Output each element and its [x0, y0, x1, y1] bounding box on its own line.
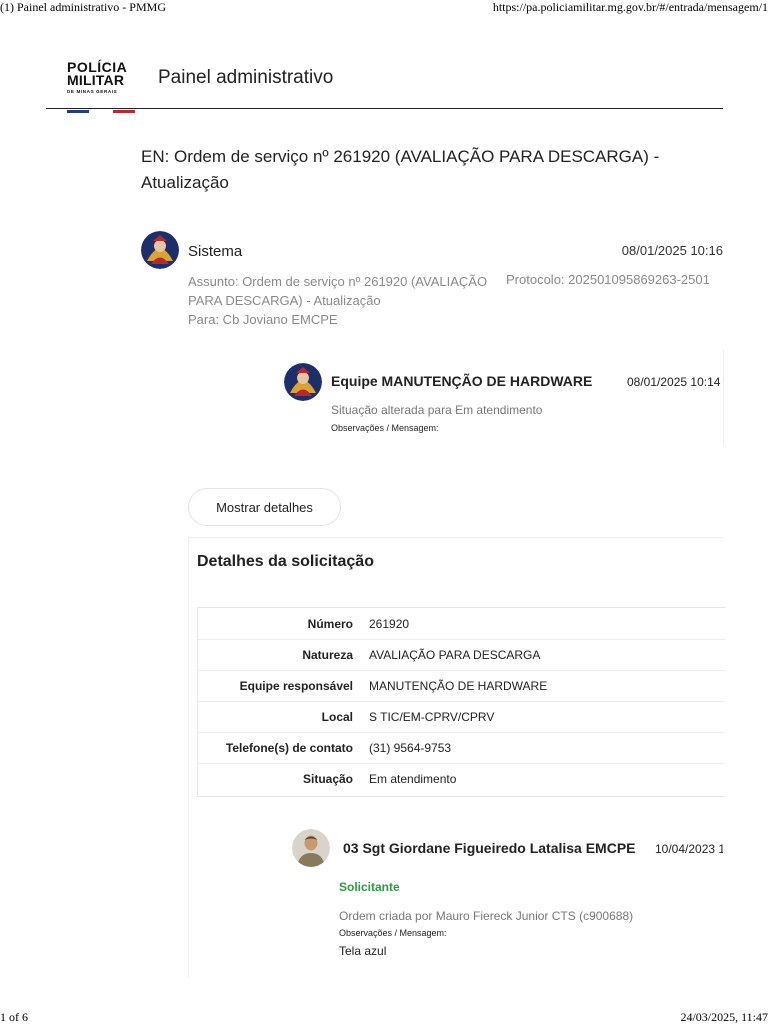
row-label: Situação [302, 772, 353, 786]
system-message-recipient: Para: Cb Joviano EMCPE [188, 312, 338, 327]
system-sender-name: Sistema [188, 243, 243, 260]
requester-role-badge: Solicitante [339, 880, 400, 894]
reply-status-text: Situação alterada para Em atendimento [331, 403, 543, 417]
requester-avatar-icon [292, 829, 330, 867]
table-row: Número 261920 [198, 608, 725, 640]
row-label: Equipe responsável [239, 679, 353, 693]
requester-obs-label: Observações / Mensagem: [339, 928, 447, 938]
row-value: MANUTENÇÃO DE HARDWARE [369, 679, 548, 693]
system-message-subject: Assunto: Ordem de serviço nº 261920 (AVA… [188, 274, 488, 308]
table-row: Situação Em atendimento [198, 763, 725, 794]
logo-line-3: DE MINAS GERAIS [67, 89, 118, 94]
pmmg-logo[interactable]: POLÍCIA MILITAR DE MINAS GERAIS [67, 60, 137, 114]
logo-line-2: MILITAR [67, 72, 125, 88]
reply-sender-name: Equipe MANUTENÇÃO DE HARDWARE [331, 373, 593, 389]
brand-header: POLÍCIA MILITAR DE MINAS GERAIS Painel a… [46, 56, 723, 113]
print-timestamp: 24/03/2025, 11:47 [680, 1010, 768, 1024]
order-created-by: Ordem criada por Mauro Fiereck Junior CT… [339, 909, 634, 923]
row-value: (31) 9564-9753 [369, 741, 452, 755]
row-value: Em atendimento [369, 772, 457, 786]
table-row: Equipe responsável MANUTENÇÃO DE HARDWAR… [198, 670, 725, 702]
logo-red-bar [113, 110, 135, 113]
row-value: AVALIAÇÃO PARA DESCARGA [369, 648, 541, 662]
row-value: 261920 [369, 617, 410, 631]
reply-date: 08/01/2025 10:14 [627, 375, 721, 389]
row-label: Local [321, 710, 353, 724]
table-row: Local S TIC/EM-CPRV/CPRV [198, 701, 725, 733]
row-value: S TIC/EM-CPRV/CPRV [369, 710, 495, 724]
print-header: (1) Painel administrativo - PMMG https:/… [0, 0, 768, 16]
table-row: Natureza AVALIAÇÃO PARA DESCARGA [198, 639, 725, 671]
requester-message-date: 10/04/2023 1 [655, 842, 723, 856]
row-label: Número [307, 617, 353, 631]
requester-message-text: Tela azul [339, 944, 387, 958]
app-title: Painel administrativo [158, 67, 334, 88]
table-row: Telefone(s) de contato (31) 9564-9753 [198, 732, 725, 764]
details-table: Número 261920 Natureza AVALIAÇÃO PARA DE… [197, 607, 725, 797]
reply-message: Equipe MANUTENÇÃO DE HARDWARE 08/01/2025… [283, 350, 724, 445]
details-title: Detalhes da solicitação [197, 553, 374, 570]
logo-blue-bar [67, 110, 89, 113]
print-header-title: (1) Painel administrativo - PMMG [0, 0, 166, 14]
system-message-protocol: Protocolo: 202501095869263-2501 [506, 272, 710, 287]
page-title: EN: Ordem de serviço nº 261920 (AVALIAÇÃ… [141, 147, 660, 192]
system-message-date: 08/01/2025 10:16 [621, 243, 723, 258]
print-page-count: 1 of 6 [0, 1010, 28, 1024]
row-label: Natureza [302, 648, 353, 662]
header-divider [46, 108, 723, 109]
system-avatar-icon [141, 231, 179, 269]
team-avatar-icon [284, 363, 322, 401]
show-details-button[interactable]: Mostrar detalhes [188, 488, 341, 526]
reply-obs-label: Observações / Mensagem: [331, 423, 439, 433]
requester-name: 03 Sgt Giordane Figueiredo Latalisa EMCP… [343, 840, 636, 856]
row-label: Telefone(s) de contato [225, 741, 353, 755]
print-header-url: https://pa.policiamilitar.mg.gov.br/#/en… [492, 0, 768, 14]
